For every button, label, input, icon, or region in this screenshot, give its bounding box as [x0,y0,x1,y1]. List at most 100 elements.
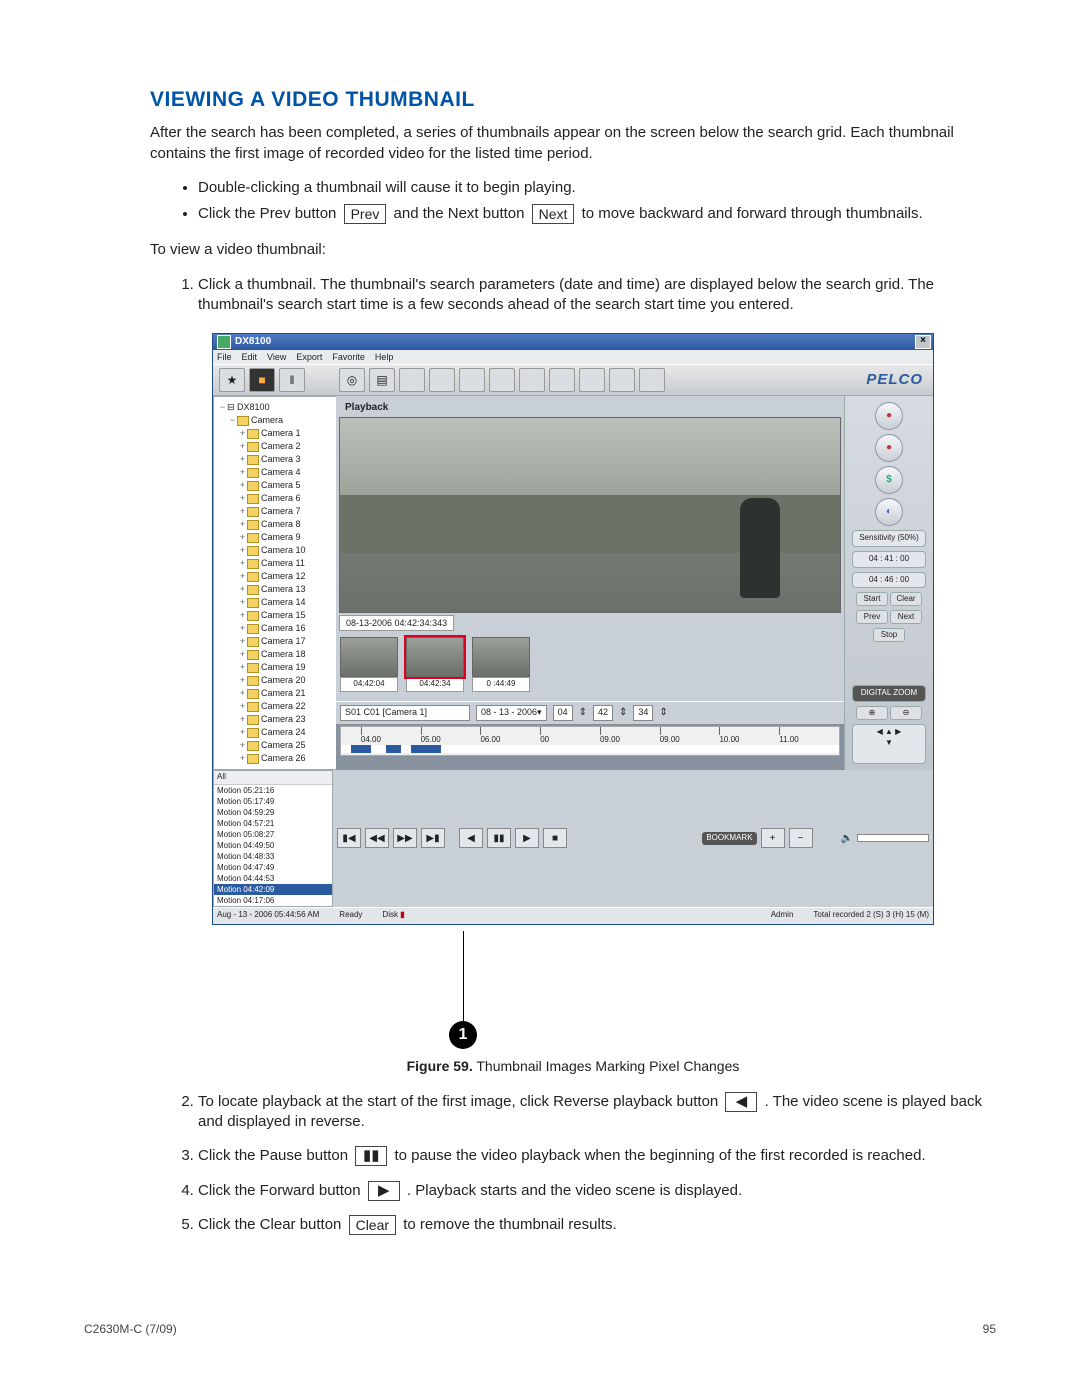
right-btn-1[interactable]: ● [875,402,903,430]
menu-edit[interactable]: Edit [242,351,258,363]
skip-back-icon[interactable]: ▮◀ [337,828,361,848]
bookmark-add-icon[interactable]: + [761,828,785,848]
event-row[interactable]: Motion 04:42:09 [214,884,332,895]
menu-file[interactable]: File [217,351,232,363]
tb-person-icon[interactable]: ★ [219,368,245,392]
event-list[interactable]: All Motion 05:21:16Motion 05:17:49Motion… [213,770,333,907]
tree-camera-item[interactable]: +Camera 26 [218,752,336,765]
event-row[interactable]: Motion 04:17:06 [214,895,332,906]
tree-camera-item[interactable]: +Camera 10 [218,544,336,557]
tb-grid-4[interactable] [489,368,515,392]
clear-button[interactable]: Clear [890,592,922,606]
tree-camera-item[interactable]: +Camera 15 [218,609,336,622]
tree-camera-item[interactable]: +Camera 9 [218,531,336,544]
tb-grid-8[interactable] [609,368,635,392]
playback-video[interactable] [339,417,841,613]
rewind-icon[interactable]: ◀◀ [365,828,389,848]
event-row[interactable]: Motion 05:08:27 [214,829,332,840]
tree-camera-item[interactable]: +Camera 4 [218,466,336,479]
start-time-box[interactable]: 04 : 41 : 00 [852,551,926,568]
tree-camera-item[interactable]: +Camera 21 [218,687,336,700]
tree-root[interactable]: −⊟ DX8100 [218,401,336,414]
tree-camera-item[interactable]: +Camera 6 [218,492,336,505]
event-row[interactable]: Motion 04:48:33 [214,851,332,862]
camera-field[interactable]: S01 C01 [Camera 1] [340,705,470,721]
tb-cd-icon[interactable]: ◎ [339,368,365,392]
bookmark-del-icon[interactable]: − [789,828,813,848]
event-row[interactable]: Motion 04:44:53 [214,873,332,884]
pause-icon[interactable]: ▮▮ [487,828,511,848]
tree-camera-item[interactable]: +Camera 7 [218,505,336,518]
tree-camera-item[interactable]: +Camera 24 [218,726,336,739]
close-icon[interactable]: × [915,335,931,349]
right-btn-4[interactable]: ◐ [875,498,903,526]
menu-help[interactable]: Help [375,351,394,363]
tb-grid-5[interactable] [519,368,545,392]
tree-camera-item[interactable]: +Camera 14 [218,596,336,609]
event-row[interactable]: Motion 04:47:49 [214,862,332,873]
camera-tree[interactable]: −⊟ DX8100 −Camera +Camera 1+Camera 2+Cam… [213,396,336,770]
tree-camera-item[interactable]: +Camera 18 [218,648,336,661]
volume-slider[interactable] [857,834,929,842]
tree-camera-item[interactable]: +Camera 19 [218,661,336,674]
tb-grid-1[interactable] [399,368,425,392]
tree-camera-item[interactable]: +Camera 5 [218,479,336,492]
tree-camera-item[interactable]: +Camera 2 [218,440,336,453]
zoom-out-icon[interactable]: ⊖ [890,706,922,720]
tree-camera-item[interactable]: +Camera 23 [218,713,336,726]
time-h[interactable]: 04 [553,705,573,721]
tb-grid-2[interactable] [429,368,455,392]
right-btn-3[interactable]: $ [875,466,903,494]
thumbnail[interactable]: 0 :44:49 [472,637,530,692]
tb-grid-6[interactable] [549,368,575,392]
start-button[interactable]: Start [856,592,888,606]
volume-icon[interactable]: 🔈 [841,832,853,846]
playback-timestamp: 08-13-2006 04:42:34:343 [339,615,454,631]
stop-icon[interactable]: ■ [543,828,567,848]
next-button[interactable]: Next [890,610,922,624]
date-field[interactable]: 08 - 13 - 2006 ▾ [476,705,547,721]
tree-camera-item[interactable]: +Camera 13 [218,583,336,596]
tree-camera-item[interactable]: +Camera 25 [218,739,336,752]
thumbnail[interactable]: 04:42:04 [340,637,398,692]
thumbnail[interactable]: 04:42:34 [406,637,464,692]
tree-camera-item[interactable]: +Camera 12 [218,570,336,583]
right-btn-2[interactable]: ● [875,434,903,462]
tree-group[interactable]: −Camera [218,414,336,427]
event-row[interactable]: Motion 05:17:49 [214,796,332,807]
skip-fwd-icon[interactable]: ▶▮ [421,828,445,848]
zoom-in-icon[interactable]: ⊕ [856,706,888,720]
play-icon[interactable]: ▶ [515,828,539,848]
tb-grid-7[interactable] [579,368,605,392]
tree-camera-item[interactable]: +Camera 17 [218,635,336,648]
tb-camera-icon[interactable]: ■ [249,368,275,392]
tree-camera-item[interactable]: +Camera 20 [218,674,336,687]
prev-button[interactable]: Prev [856,610,888,624]
tree-camera-item[interactable]: +Camera 16 [218,622,336,635]
reverse-play-icon[interactable]: ◀ [459,828,483,848]
tree-camera-item[interactable]: +Camera 3 [218,453,336,466]
menu-favorite[interactable]: Favorite [332,351,365,363]
time-s[interactable]: 34 [633,705,653,721]
event-row[interactable]: Motion 04:59:29 [214,807,332,818]
menu-view[interactable]: View [267,351,286,363]
event-row[interactable]: Motion 04:49:50 [214,840,332,851]
tree-camera-item[interactable]: +Camera 11 [218,557,336,570]
forward-icon[interactable]: ▶▶ [393,828,417,848]
menu-export[interactable]: Export [296,351,322,363]
event-row[interactable]: Motion 05:21:16 [214,785,332,796]
tree-camera-item[interactable]: +Camera 8 [218,518,336,531]
time-m[interactable]: 42 [593,705,613,721]
stop-button[interactable]: Stop [873,628,905,642]
tb-printer-icon[interactable]: ▤ [369,368,395,392]
dpad[interactable]: ◀ ▲ ▶▼ [852,724,926,764]
tb-grid-9[interactable] [639,368,665,392]
tree-camera-item[interactable]: +Camera 1 [218,427,336,440]
end-time-box[interactable]: 04 : 46 : 00 [852,572,926,589]
event-row[interactable]: Motion 04:57:21 [214,818,332,829]
tb-tools-icon[interactable]: ‖ [279,368,305,392]
tree-camera-item[interactable]: +Camera 22 [218,700,336,713]
event-filter[interactable]: All [214,771,332,785]
timeline-ruler[interactable]: 04.0005.0006.000009.0009.0010.0011.00 [340,726,840,756]
tb-grid-3[interactable] [459,368,485,392]
